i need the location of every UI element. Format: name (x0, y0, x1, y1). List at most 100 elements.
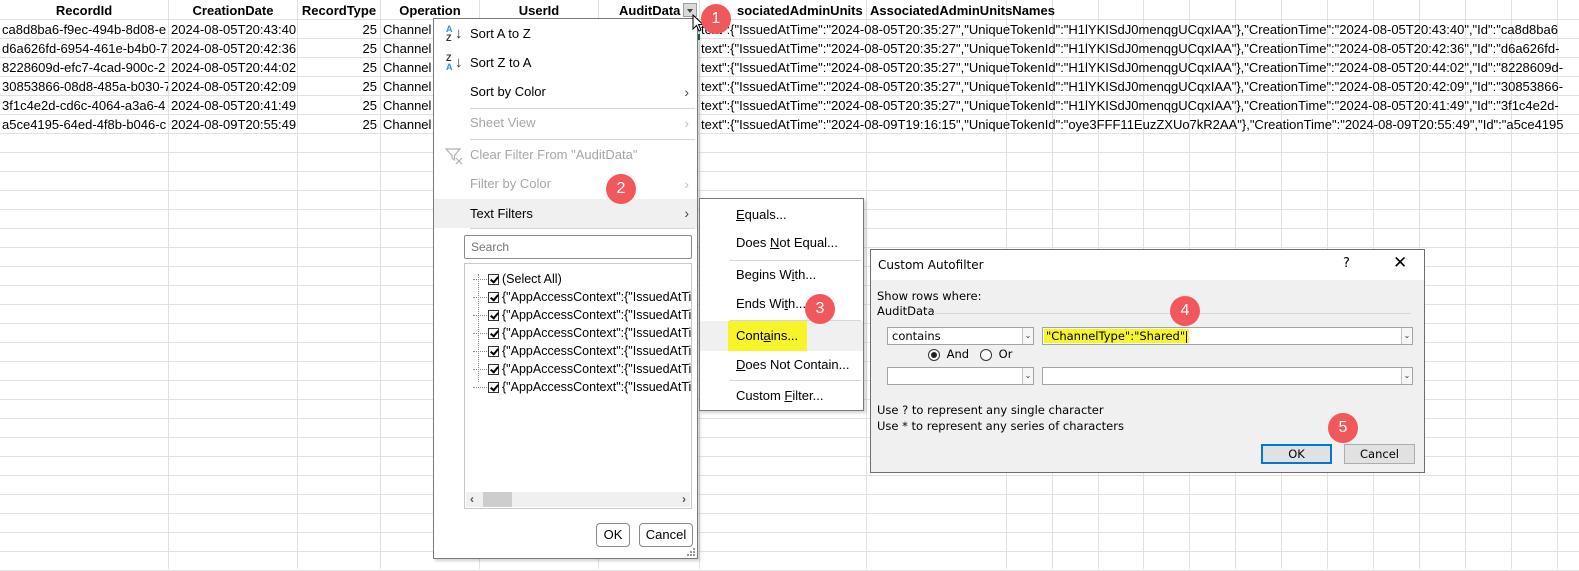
chevron-down-icon[interactable]: ⌄ (1022, 368, 1033, 384)
or-radio[interactable]: Or (980, 347, 1012, 361)
cell-recordid[interactable]: 30853866-08d8-485a-b030-7 (0, 77, 168, 96)
tree-connector (473, 387, 487, 389)
step-badge-1: 1 (701, 4, 731, 34)
filter-value-item[interactable]: {"AppAccessContext":{"IssuedAtTim (473, 306, 691, 324)
cell-recordtype[interactable]: 25 (298, 20, 380, 39)
filter-cancel-button[interactable]: Cancel (639, 523, 693, 547)
does-not-contain-item[interactable]: Does Not Contain... (700, 351, 863, 379)
header-creationdate[interactable]: CreationDate (169, 1, 297, 20)
checkbox-checked-icon[interactable] (488, 364, 499, 376)
radio-unselected-icon[interactable] (980, 348, 992, 361)
cell-auditdata[interactable]: text":{"IssuedAtTime":"2024-08-05T20:35:… (699, 20, 1579, 39)
cell-recordtype[interactable]: 25 (298, 39, 380, 58)
filter-value-item[interactable]: {"AppAccessContext":{"IssuedAtTim (473, 324, 691, 342)
tree-connector (473, 297, 487, 299)
cell-creationdate[interactable]: 2024-08-05T20:43:40. (169, 20, 297, 39)
cell-auditdata[interactable]: text":{"IssuedAtTime":"2024-08-09T19:16:… (699, 115, 1579, 134)
custom-filter-item[interactable]: Custom Filter... (700, 382, 863, 410)
operator1-select[interactable]: contains ⌄ (887, 327, 1034, 345)
chevron-right-icon: › (684, 205, 689, 221)
checkbox-checked-icon[interactable] (488, 328, 499, 340)
cell-operation[interactable]: Channel (381, 39, 433, 58)
cell-operation[interactable]: Channel (381, 115, 433, 134)
cell-auditdata[interactable]: text":{"IssuedAtTime":"2024-08-05T20:35:… (699, 96, 1579, 115)
filter-value-item[interactable]: {"AppAccessContext":{"IssuedAtTim (473, 288, 691, 306)
chevron-down-icon[interactable]: ⌄ (1401, 328, 1412, 344)
checkbox-checked-icon[interactable] (488, 292, 499, 304)
does-not-equal-item[interactable]: Does Not Equal... (700, 229, 863, 257)
cell-operation[interactable]: Channel (381, 58, 433, 77)
and-radio[interactable]: And (928, 347, 969, 361)
clear-filter-item[interactable]: Clear Filter From "AuditData" (434, 141, 697, 169)
cell-recordid[interactable]: 3f1c4e2d-cd6c-4064-a3a6-4 (0, 96, 168, 115)
checkbox-checked-icon[interactable] (488, 310, 499, 322)
cell-recordid[interactable]: d6a626fd-6954-461e-b4b0-7 (0, 39, 168, 58)
filter-value-item[interactable]: {"AppAccessContext":{"IssuedAtTim (473, 360, 691, 378)
step-badge-5: 5 (1328, 413, 1358, 443)
operator2-select[interactable]: ⌄ (887, 367, 1034, 385)
cell-auditdata[interactable]: text":{"IssuedAtTime":"2024-08-05T20:35:… (699, 77, 1579, 96)
sort-z-to-a-item[interactable]: Z A ↓ Sort Z to A (434, 49, 697, 77)
checkbox-checked-icon[interactable] (488, 382, 499, 394)
cell-recordtype[interactable]: 25 (298, 58, 380, 77)
cell-operation[interactable]: Channel (381, 77, 433, 96)
filter-search-input[interactable] (464, 235, 692, 259)
cell-recordtype[interactable]: 25 (298, 77, 380, 96)
text-filters-item[interactable]: Text Filters › (434, 199, 697, 228)
cell-recordid[interactable]: a5ce4195-64ed-4f8b-b046-c (0, 115, 168, 134)
cell-recordtype[interactable]: 25 (298, 115, 380, 134)
cell-creationdate[interactable]: 2024-08-05T20:42:36. (169, 39, 297, 58)
filter-ok-button[interactable]: OK (596, 523, 630, 547)
ends-with-item[interactable]: Ends With... (700, 290, 863, 318)
resize-grip-icon[interactable] (687, 548, 695, 556)
filter-values-list: (Select All) {"AppAccessContext":{"Issued… (464, 263, 692, 509)
sheet-view-item[interactable]: Sheet View › (434, 109, 697, 137)
scroll-left-icon[interactable]: ‹ (470, 492, 474, 507)
cell-recordid[interactable]: ca8d8ba6-f9ec-494b-8d08-e (0, 20, 168, 39)
cell-operation[interactable]: Channel (381, 96, 433, 115)
radio-selected-icon[interactable] (928, 348, 940, 361)
sort-by-color-item[interactable]: Sort by Color › (434, 78, 697, 106)
value1-text: "ChannelType":"Shared" (1044, 329, 1190, 343)
sort-ascending-icon: A Z ↓ (446, 24, 463, 43)
begins-with-item[interactable]: Begins With... (700, 261, 863, 289)
header-recordid[interactable]: RecordId (0, 1, 168, 20)
list-horizontal-scrollbar[interactable]: ‹ › (466, 492, 690, 507)
dialog-ok-button[interactable]: OK (1261, 444, 1332, 464)
value1-input[interactable]: "ChannelType":"Shared" ⌄ (1042, 327, 1413, 345)
dialog-cancel-button[interactable]: Cancel (1344, 444, 1415, 464)
filter-by-color-item[interactable]: Filter by Color › (434, 170, 697, 198)
sort-a-to-z-item[interactable]: A Z ↓ Sort A to Z (434, 20, 697, 48)
autofilter-menu: A Z ↓ Sort A to Z Z A ↓ Sort Z to A Sort by … (433, 18, 698, 559)
cell-recordid[interactable]: 8228609d-efc7-4cad-900c-2 (0, 58, 168, 77)
scrollbar-thumb[interactable] (483, 492, 512, 507)
cell-auditdata[interactable]: text":{"IssuedAtTime":"2024-08-05T20:35:… (699, 39, 1579, 58)
cell-auditdata[interactable]: text":{"IssuedAtTime":"2024-08-05T20:35:… (699, 58, 1579, 77)
value2-input[interactable]: ⌄ (1042, 367, 1413, 385)
equals-item[interactable]: Equals... (700, 201, 863, 229)
chevron-down-icon[interactable]: ⌄ (1401, 368, 1412, 384)
filter-value-item[interactable]: {"AppAccessContext":{"IssuedAtTim (473, 342, 691, 360)
scroll-right-icon[interactable]: › (682, 492, 686, 507)
checkbox-checked-icon[interactable] (488, 346, 499, 358)
sort-descending-icon: Z A ↓ (446, 53, 463, 72)
header-associatedadminunits[interactable]: sociatedAdminUnits (720, 1, 866, 20)
help-icon[interactable]: ? (1343, 256, 1350, 271)
cell-creationdate[interactable]: 2024-08-05T20:44:02. (169, 58, 297, 77)
cell-operation[interactable]: Channel (381, 20, 433, 39)
cell-creationdate[interactable]: 2024-08-05T20:41:49. (169, 96, 297, 115)
dialog-title-bar[interactable]: Custom Autofilter ? ✕ (871, 250, 1424, 280)
header-recordtype[interactable]: RecordType (298, 1, 380, 20)
contains-item[interactable]: Contains... (700, 321, 863, 351)
grid-row-line (0, 171, 1579, 172)
select-all-checkbox-item[interactable]: (Select All) (473, 270, 562, 288)
close-icon[interactable]: ✕ (1393, 253, 1407, 273)
cell-creationdate[interactable]: 2024-08-05T20:42:09. (169, 77, 297, 96)
filter-value-item[interactable]: {"AppAccessContext":{"IssuedAtTim (473, 378, 691, 396)
header-associatedadminunitsnames[interactable]: AssociatedAdminUnitsNames (867, 1, 1067, 20)
chevron-down-icon[interactable]: ⌄ (1022, 328, 1033, 344)
checkbox-checked-icon[interactable] (488, 274, 499, 286)
cell-creationdate[interactable]: 2024-08-09T20:55:49. (169, 115, 297, 134)
tree-connector (473, 315, 487, 317)
cell-recordtype[interactable]: 25 (298, 96, 380, 115)
